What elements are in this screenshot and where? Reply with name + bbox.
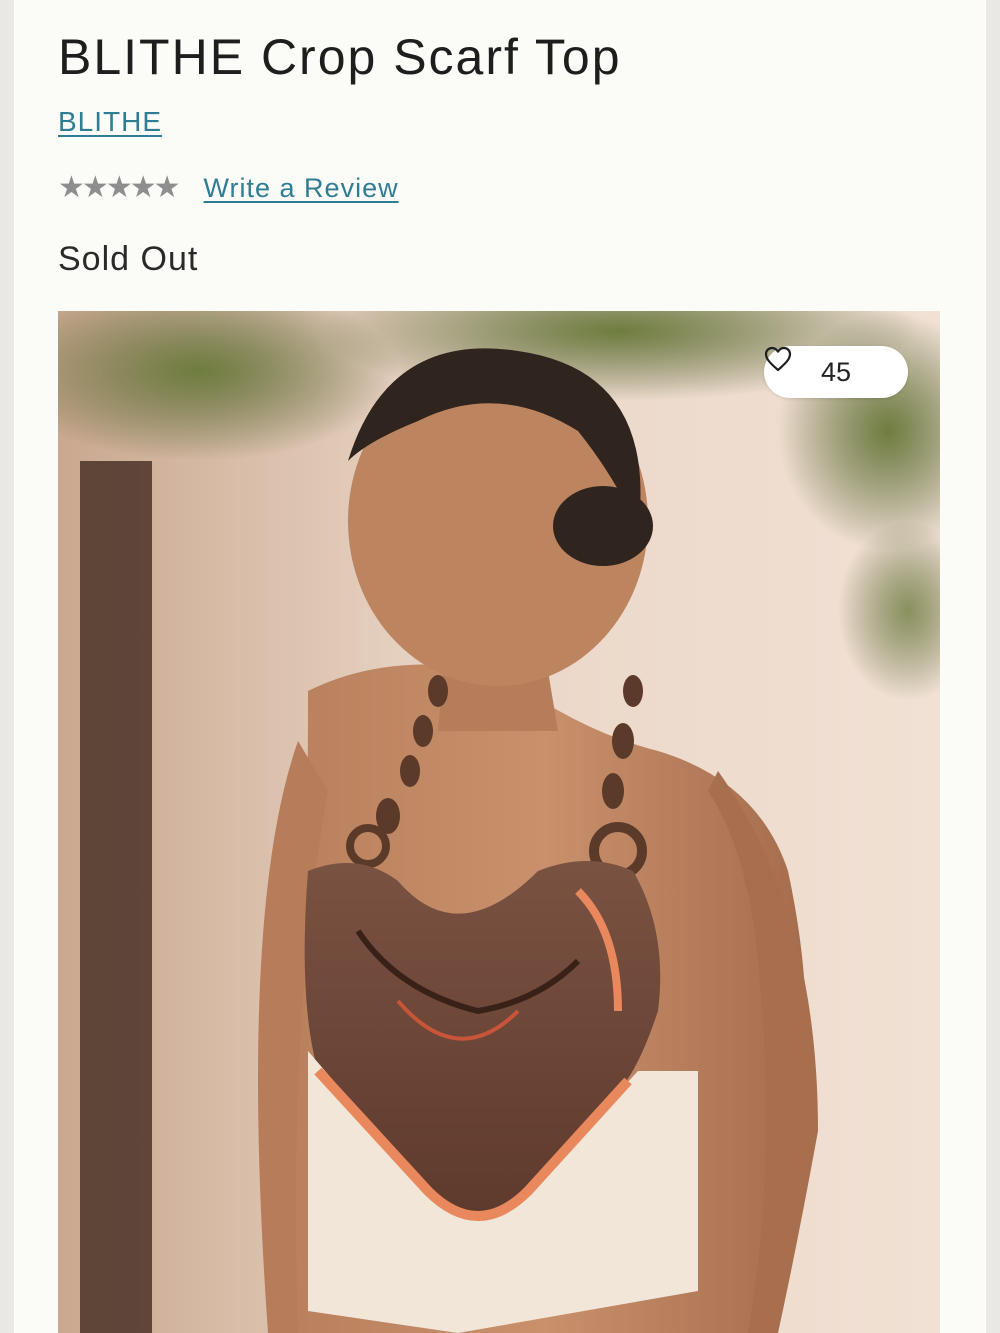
- wishlist-count: 45: [820, 356, 852, 387]
- star-icon: ★: [105, 171, 133, 204]
- product-title: BLITHE Crop Scarf Top: [58, 29, 622, 85]
- star-rating: ★ ★ ★ ★ ★: [58, 171, 181, 204]
- star-icon: ★: [153, 171, 181, 204]
- stock-status: Sold Out: [58, 240, 199, 278]
- product-image[interactable]: 45: [58, 311, 940, 1333]
- star-icon: ★: [58, 171, 85, 204]
- wishlist-button[interactable]: 45: [764, 346, 908, 398]
- heart-icon: [764, 346, 792, 372]
- star-icon: ★: [81, 171, 109, 204]
- product-photo: [58, 311, 940, 1333]
- star-icon: ★: [129, 171, 157, 204]
- brand-link[interactable]: BLITHE: [58, 106, 162, 138]
- write-review-link[interactable]: Write a Review: [204, 173, 399, 204]
- product-page: BLITHE Crop Scarf Top BLITHE ★ ★ ★ ★ ★ W…: [14, 0, 986, 1333]
- rating-row: ★ ★ ★ ★ ★ Write a Review: [58, 168, 399, 208]
